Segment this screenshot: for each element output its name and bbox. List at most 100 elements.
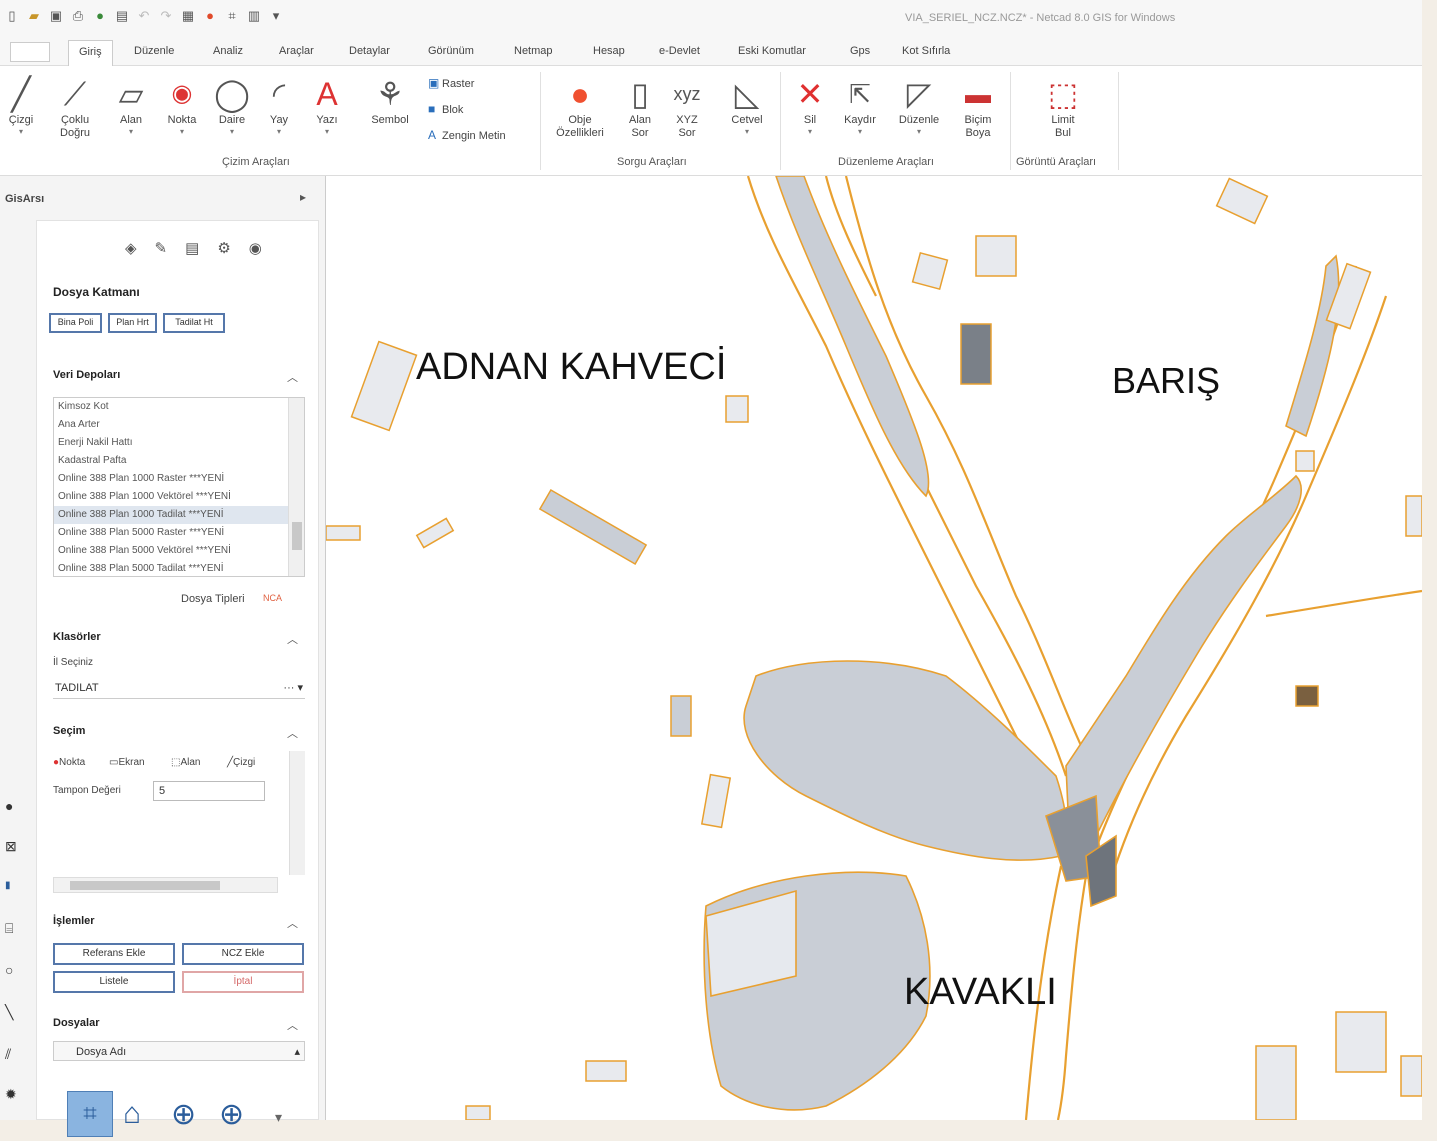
section-veri-depolari[interactable]: Veri Depoları xyxy=(53,369,120,381)
alan-button[interactable]: ▱ Alan ▾ xyxy=(106,74,156,136)
depot-list-item[interactable]: Online 388 Plan 1000 Vektörel ***YENİ xyxy=(54,488,304,506)
layers-tab-icon[interactable]: ⫽ xyxy=(5,1046,11,1063)
database-icon[interactable]: ⌸ xyxy=(5,920,13,937)
tab-giris[interactable]: Giriş xyxy=(68,40,113,66)
pan-grid-icon[interactable]: ⌗ xyxy=(67,1091,113,1137)
dosya-adi-column-header[interactable]: Dosya Adı ▴ xyxy=(53,1041,305,1061)
tab-analiz[interactable]: Analiz xyxy=(213,45,243,57)
daire-button[interactable]: ◯ Daire ▾ xyxy=(207,74,257,136)
tab-kot-sifirla[interactable]: Kot Sıfırla xyxy=(902,45,950,57)
secim-ekran-option[interactable]: ▭Ekran xyxy=(109,757,145,768)
undo-icon[interactable]: ↶ xyxy=(136,8,152,24)
depot-list-item[interactable]: Online 388 Plan 1000 Tadilat ***YENİ xyxy=(54,506,304,524)
help-icon[interactable]: ◉ xyxy=(249,239,262,257)
filter-plan-hrt-button[interactable]: Plan Hrt xyxy=(108,313,157,333)
secim-scrollbar[interactable] xyxy=(289,751,305,875)
depot-list-item[interactable]: Ana Arter xyxy=(54,416,304,434)
listele-button[interactable]: Listele xyxy=(53,971,175,993)
iptal-button[interactable]: İptal xyxy=(182,971,304,993)
nokta-button[interactable]: ◉ Nokta ▾ xyxy=(157,74,207,136)
tab-gps[interactable]: Gps xyxy=(850,45,870,57)
dosya-tipleri-link[interactable]: NCA xyxy=(263,593,282,603)
obje-ozellikleri-button[interactable]: ● Obje Özellikleri xyxy=(555,74,605,140)
secim-alan-option[interactable]: ⬚Alan xyxy=(171,757,200,768)
blok-button[interactable]: ■ Blok xyxy=(428,102,463,116)
qa-dropdown-icon[interactable]: ▾ xyxy=(268,8,284,24)
search-tab-icon[interactable]: ○ xyxy=(5,962,13,978)
klasor-select[interactable]: TADILAT ··· ▾ xyxy=(53,677,305,699)
secim-nokta-option[interactable]: ●Nokta xyxy=(53,757,85,768)
zoom-in-icon[interactable]: ⊕ xyxy=(219,1097,244,1132)
depot-list-item[interactable]: Kadastral Pafta xyxy=(54,452,304,470)
referans-ekle-button[interactable]: Referans Ekle xyxy=(53,943,175,965)
depot-list-item[interactable]: Online 388 Plan 5000 Tadilat ***YENİ xyxy=(54,560,304,576)
depot-list-item[interactable]: Online 388 Plan 5000 Raster ***YENİ xyxy=(54,524,304,542)
more-dropdown-icon[interactable]: ▾ xyxy=(275,1109,282,1126)
map-canvas[interactable]: ADNAN KAHVECİ BARIŞ KAVAKLI xyxy=(326,176,1422,1120)
chevron-up-icon[interactable]: ︿ xyxy=(287,1017,298,1033)
tab-detaylar[interactable]: Detaylar xyxy=(349,45,390,57)
open-folder-icon[interactable]: ▰ xyxy=(26,8,42,24)
tab-araclar[interactable]: Araçlar xyxy=(279,45,314,57)
grid-icon[interactable]: ▦ xyxy=(180,8,196,24)
section-dosyalar[interactable]: Dosyalar xyxy=(53,1017,99,1029)
duzenle-button[interactable]: ◸ Düzenle ▾ xyxy=(894,74,944,136)
depot-list-item[interactable]: Online 388 Plan 5000 Vektörel ***YENİ xyxy=(54,542,304,560)
layer-toggle-icon[interactable]: ⊠ xyxy=(5,838,17,855)
yazi-button[interactable]: A Yazı ▾ xyxy=(302,74,352,136)
chevron-up-icon[interactable]: ︿ xyxy=(287,725,298,741)
document-icon[interactable]: ▤ xyxy=(185,239,199,257)
chevron-right-icon[interactable]: ▸ xyxy=(300,190,306,204)
redo-icon[interactable]: ↷ xyxy=(158,8,174,24)
secim-cizgi-option[interactable]: ╱Çizgi xyxy=(227,757,255,768)
sembol-button[interactable]: ⚘ Sembol xyxy=(365,74,415,127)
settings-tab-icon[interactable]: ✹ xyxy=(5,1086,17,1103)
cetvel-button[interactable]: ◺ Cetvel ▾ xyxy=(722,74,772,136)
layers-icon[interactable]: ▤ xyxy=(114,8,130,24)
tab-gorunum[interactable]: Görünüm xyxy=(428,45,474,57)
depot-list[interactable]: Kimsoz Kot Ana Arter Enerji Nakil Hattı Kad… xyxy=(53,397,305,577)
depot-list-item[interactable]: Online 388 Plan 1000 Raster ***YENİ xyxy=(54,470,304,488)
tab-eski-komutlar[interactable]: Eski Komutlar xyxy=(738,45,806,57)
layers-icon[interactable]: ◈ xyxy=(125,239,137,257)
chevron-up-icon[interactable]: ︿ xyxy=(287,915,298,931)
globe-icon[interactable]: ● xyxy=(92,8,108,24)
info-icon[interactable]: ● xyxy=(202,8,218,24)
filter-tadilat-button[interactable]: Tadilat Ht xyxy=(163,313,225,333)
snap-icon[interactable]: ⌗ xyxy=(224,8,240,24)
table-icon[interactable]: ▥ xyxy=(246,8,262,24)
pencil-icon[interactable]: ✎ xyxy=(155,239,168,257)
tab-hesap[interactable]: Hesap xyxy=(593,45,625,57)
sil-button[interactable]: ✕ Sil ▾ xyxy=(785,74,835,136)
info-icon[interactable]: ● xyxy=(5,798,13,814)
filter-bina-poli-button[interactable]: Bina Poli xyxy=(49,313,102,333)
yay-button[interactable]: ◜ Yay ▾ xyxy=(254,74,304,136)
tampon-degeri-input[interactable]: 5 xyxy=(153,781,265,801)
pen-tab-icon[interactable]: ╲ xyxy=(5,1004,13,1021)
save-icon[interactable]: ▣ xyxy=(48,8,64,24)
xyz-sor-button[interactable]: xyz XYZ Sor xyxy=(662,74,712,140)
cizgi-button[interactable]: ╱ Çizgi ▾ xyxy=(0,74,46,136)
section-islemler[interactable]: İşlemler xyxy=(53,915,95,927)
gisarsi-tab-icon[interactable]: ▮ xyxy=(5,880,11,891)
print-icon[interactable]: ⎙ xyxy=(70,8,86,24)
ncz-ekle-button[interactable]: NCZ Ekle xyxy=(182,943,304,965)
section-klasorler[interactable]: Klasörler xyxy=(53,631,101,643)
zengin-metin-button[interactable]: A Zengin Metin xyxy=(428,128,506,142)
depot-list-scrollbar[interactable] xyxy=(288,398,304,576)
chevron-up-icon[interactable]: ︿ xyxy=(287,369,298,385)
section-secim[interactable]: Seçim xyxy=(53,725,85,737)
chevron-up-icon[interactable]: ︿ xyxy=(287,631,298,647)
gear-icon[interactable]: ⚙ xyxy=(217,239,230,257)
secim-horizontal-scrollbar[interactable] xyxy=(53,877,278,893)
bicim-boya-button[interactable]: ▬ Biçim Boya xyxy=(953,74,1003,140)
file-menu-button[interactable] xyxy=(10,42,50,62)
raster-button[interactable]: ▣ Raster xyxy=(428,76,474,90)
limit-bul-button[interactable]: ⬚ Limit Bul xyxy=(1038,74,1088,140)
alan-sor-button[interactable]: ▯ Alan Sor xyxy=(615,74,665,140)
tab-e-devlet[interactable]: e-Devlet xyxy=(659,45,700,57)
new-file-icon[interactable]: ▯ xyxy=(4,8,20,24)
tab-netmap[interactable]: Netmap xyxy=(514,45,553,57)
depot-list-item[interactable]: Enerji Nakil Hattı xyxy=(54,434,304,452)
depot-list-item[interactable]: Kimsoz Kot xyxy=(54,398,304,416)
